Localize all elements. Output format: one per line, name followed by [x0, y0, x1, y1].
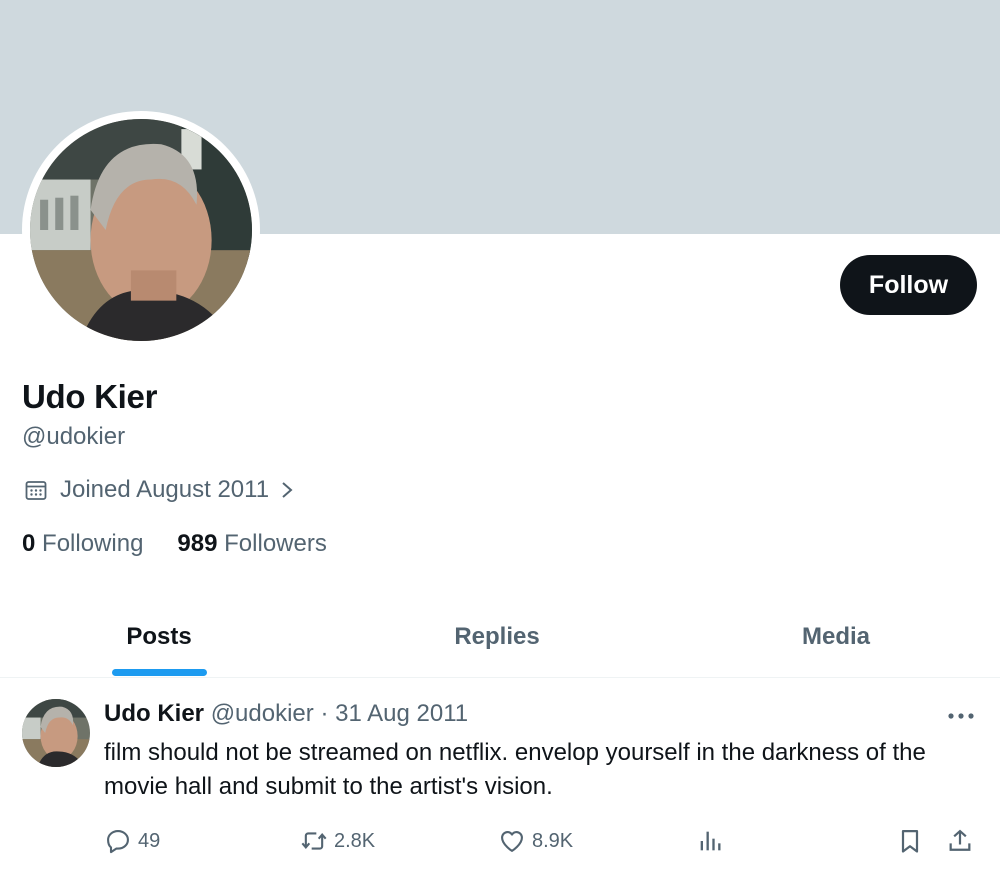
post-header: Udo Kier @udokier · 31 Aug 2011: [104, 700, 468, 728]
post-text: film should not be streamed on netflix. …: [104, 739, 926, 800]
following-count: 0: [22, 530, 36, 557]
following-label: Following: [42, 530, 144, 557]
heart-icon: [501, 830, 523, 852]
retweet-count: 2.8K: [334, 829, 376, 852]
like-count: 8.9K: [532, 829, 574, 852]
profile-handle: @udokier: [22, 423, 126, 450]
post-author-handle[interactable]: @udokier: [211, 700, 314, 727]
profile-avatar-frame: [22, 111, 260, 349]
more-icon[interactable]: [944, 702, 978, 730]
post-author-name[interactable]: Udo Kier: [104, 700, 204, 727]
followers-link[interactable]: 989 Followers: [177, 530, 326, 558]
share-button[interactable]: [946, 824, 980, 858]
post-separator: ·: [320, 700, 329, 727]
post-avatar[interactable]: [22, 699, 90, 767]
bookmark-icon: [901, 829, 919, 853]
followers-count: 989: [177, 530, 218, 557]
tab-replies[interactable]: Replies: [328, 596, 666, 678]
retweet-button[interactable]: 2.8K: [300, 824, 375, 858]
tab-posts[interactable]: Posts: [0, 596, 318, 678]
reply-icon: [107, 830, 129, 854]
reply-button[interactable]: 49: [104, 824, 160, 858]
joined-date-link[interactable]: Joined August 2011: [24, 476, 297, 504]
chevron-right-icon: [282, 482, 293, 498]
profile-tabs: Posts Replies Media: [0, 596, 1000, 678]
post-date[interactable]: 31 Aug 2011: [335, 700, 468, 727]
following-link[interactable]: 0 Following: [22, 530, 143, 558]
views-icon: [700, 831, 721, 851]
profile-display-name: Udo Kier: [22, 378, 158, 415]
share-icon: [949, 829, 971, 851]
follow-button[interactable]: Follow: [840, 255, 977, 315]
retweet-icon: [301, 832, 327, 850]
joined-date-text: Joined August 2011: [60, 476, 270, 503]
profile-stats: 0 Following 989 Followers: [22, 530, 327, 558]
profile-avatar[interactable]: [30, 119, 252, 341]
bookmark-button[interactable]: [896, 824, 930, 858]
views-button[interactable]: [696, 824, 730, 858]
tab-media[interactable]: Media: [666, 596, 1000, 678]
reply-count: 49: [138, 829, 161, 852]
like-button[interactable]: 8.9K: [498, 824, 573, 858]
followers-label: Followers: [224, 530, 327, 557]
active-tab-indicator: [112, 669, 207, 676]
calendar-icon: [25, 481, 47, 500]
